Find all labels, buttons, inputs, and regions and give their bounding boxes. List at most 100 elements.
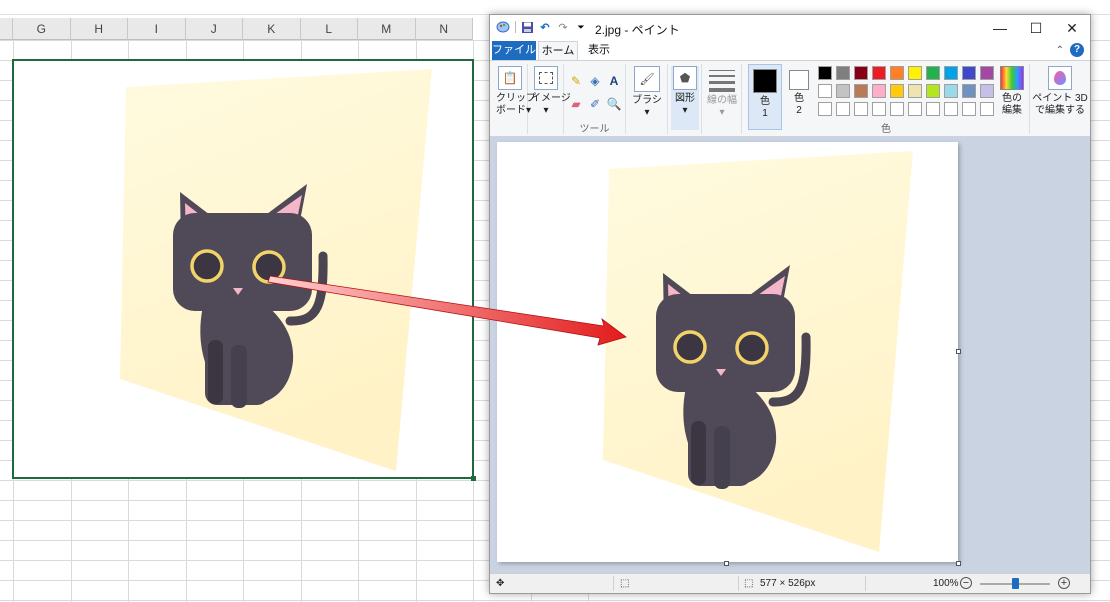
palette-swatch[interactable]	[854, 66, 868, 80]
palette-swatch[interactable]	[944, 102, 958, 116]
zoom-out-button[interactable]: −	[960, 577, 972, 589]
paint3d-label-2: で編集する	[1035, 105, 1085, 116]
palette-swatch[interactable]	[854, 102, 868, 116]
shapes-label-2: ▾	[682, 105, 688, 116]
fill-icon[interactable]: ◈	[587, 73, 603, 89]
palette-swatch[interactable]	[944, 84, 958, 98]
canvas-resize-handle-corner[interactable]	[956, 561, 961, 566]
palette-swatch[interactable]	[962, 84, 976, 98]
shapes-label-1: 図形	[675, 93, 695, 104]
shapes-button[interactable]: ⬟ 図形 ▾	[671, 66, 699, 130]
edit-colors-button[interactable]: 色の 編集	[996, 66, 1028, 117]
tab-home[interactable]: ホーム	[538, 41, 578, 60]
resize-handle[interactable]	[471, 476, 476, 481]
palette-swatch[interactable]	[908, 102, 922, 116]
colors-group-label: 色	[881, 124, 891, 135]
title-bar[interactable]: ↶ ↷ ⏷ 2.jpg - ペイント — ☐ ✕	[490, 15, 1090, 41]
zoom-in-button[interactable]: +	[1058, 577, 1070, 589]
palette-swatch[interactable]	[926, 84, 940, 98]
column-header-h[interactable]: H	[70, 18, 128, 40]
column-header-i[interactable]: I	[128, 18, 186, 40]
zoom-level: 100%	[933, 578, 959, 589]
collapse-ribbon-icon[interactable]: ⌃	[1056, 45, 1064, 56]
canvas-resize-handle-right[interactable]	[956, 349, 961, 354]
select-icon	[534, 66, 558, 90]
palette-swatch[interactable]	[872, 84, 886, 98]
color2-button[interactable]: 色 2	[784, 64, 814, 117]
separator-icon	[514, 20, 516, 34]
tools-group: ✎ ◈ A ▰ ✐ 🔍 ツール	[564, 64, 626, 135]
paint-window: ↶ ↷ ⏷ 2.jpg - ペイント — ☐ ✕ ファイル ホーム 表示 ⌃ ?…	[489, 14, 1091, 594]
palette-swatch[interactable]	[836, 102, 850, 116]
customize-qat-icon[interactable]: ⏷	[574, 20, 588, 34]
eraser-icon[interactable]: ▰	[568, 96, 584, 112]
palette-swatch[interactable]	[818, 102, 832, 116]
excel-embedded-picture[interactable]	[12, 59, 476, 481]
column-header-j[interactable]: J	[185, 18, 243, 40]
column-header-partial[interactable]	[0, 18, 13, 40]
palette-swatch[interactable]	[980, 66, 994, 80]
magnifier-icon[interactable]: 🔍	[606, 96, 622, 112]
image-size-icon: ⬚	[744, 578, 754, 589]
edit-colors-label-1: 色の	[1002, 93, 1022, 104]
canvas-resize-handle-bottom[interactable]	[724, 561, 729, 566]
palette-swatch[interactable]	[890, 66, 904, 80]
palette-swatch[interactable]	[890, 84, 904, 98]
column-header-l[interactable]: L	[300, 18, 358, 40]
redo-icon[interactable]: ↷	[556, 20, 570, 34]
tab-view[interactable]: 表示	[584, 41, 614, 60]
palette-swatch[interactable]	[836, 84, 850, 98]
palette-swatch[interactable]	[908, 84, 922, 98]
rainbow-icon	[1000, 66, 1024, 90]
palette-swatch[interactable]	[926, 102, 940, 116]
undo-icon[interactable]: ↶	[538, 20, 552, 34]
paint-canvas[interactable]	[497, 142, 958, 562]
brush-button[interactable]: 🖌 ブラシ ▾	[630, 66, 664, 119]
clipboard-button[interactable]: 📋 クリップ ボード▾	[496, 66, 536, 117]
palette-swatch[interactable]	[962, 66, 976, 80]
palette-swatch[interactable]	[944, 66, 958, 80]
minimize-button[interactable]: —	[982, 15, 1018, 41]
palette-swatch[interactable]	[836, 66, 850, 80]
tab-file[interactable]: ファイル	[492, 41, 536, 60]
close-button[interactable]: ✕	[1054, 15, 1090, 41]
status-separator	[613, 576, 614, 591]
column-header-m[interactable]: M	[358, 18, 416, 40]
palette-swatch[interactable]	[926, 66, 940, 80]
image-button[interactable]: イメージ ▾	[531, 66, 571, 117]
paint3d-label-1: ペイント 3D	[1032, 93, 1088, 104]
palette-swatch[interactable]	[818, 66, 832, 80]
column-header-n[interactable]: N	[415, 18, 473, 40]
color-palette	[818, 66, 998, 126]
gridline-horizontal	[0, 600, 1110, 601]
text-icon[interactable]: A	[606, 73, 622, 89]
canvas-work-area[interactable]	[490, 137, 1090, 573]
save-icon[interactable]	[520, 20, 534, 34]
line-width-button[interactable]: 線の幅 ▾	[706, 66, 738, 119]
column-header-g[interactable]: G	[13, 18, 71, 40]
help-button[interactable]: ?	[1070, 43, 1084, 57]
palette-swatch[interactable]	[980, 84, 994, 98]
maximize-button[interactable]: ☐	[1018, 15, 1054, 41]
clipboard-label-1: クリップ	[496, 93, 536, 104]
palette-swatch[interactable]	[962, 102, 976, 116]
palette-swatch[interactable]	[818, 84, 832, 98]
palette-swatch[interactable]	[980, 102, 994, 116]
palette-swatch[interactable]	[872, 66, 886, 80]
shapes-icon: ⬟	[673, 66, 697, 90]
palette-swatch[interactable]	[908, 66, 922, 80]
brush-icon: 🖌	[634, 66, 660, 92]
selection-size-icon: ⬚	[620, 578, 630, 589]
pencil-icon[interactable]: ✎	[568, 73, 584, 89]
zoom-slider-thumb[interactable]	[1012, 578, 1019, 589]
color1-label-1: 色	[760, 96, 770, 107]
column-header-k[interactable]: K	[243, 18, 301, 40]
palette-swatch[interactable]	[890, 102, 904, 116]
paint-app-icon	[496, 20, 510, 34]
palette-swatch[interactable]	[872, 102, 886, 116]
palette-swatch[interactable]	[854, 84, 868, 98]
brush-group: 🖌 ブラシ ▾	[626, 64, 668, 134]
clipboard-icon: 📋	[498, 66, 522, 90]
color-picker-icon[interactable]: ✐	[587, 96, 603, 112]
paint3d-button[interactable]: ペイント 3D で編集する	[1032, 66, 1088, 117]
